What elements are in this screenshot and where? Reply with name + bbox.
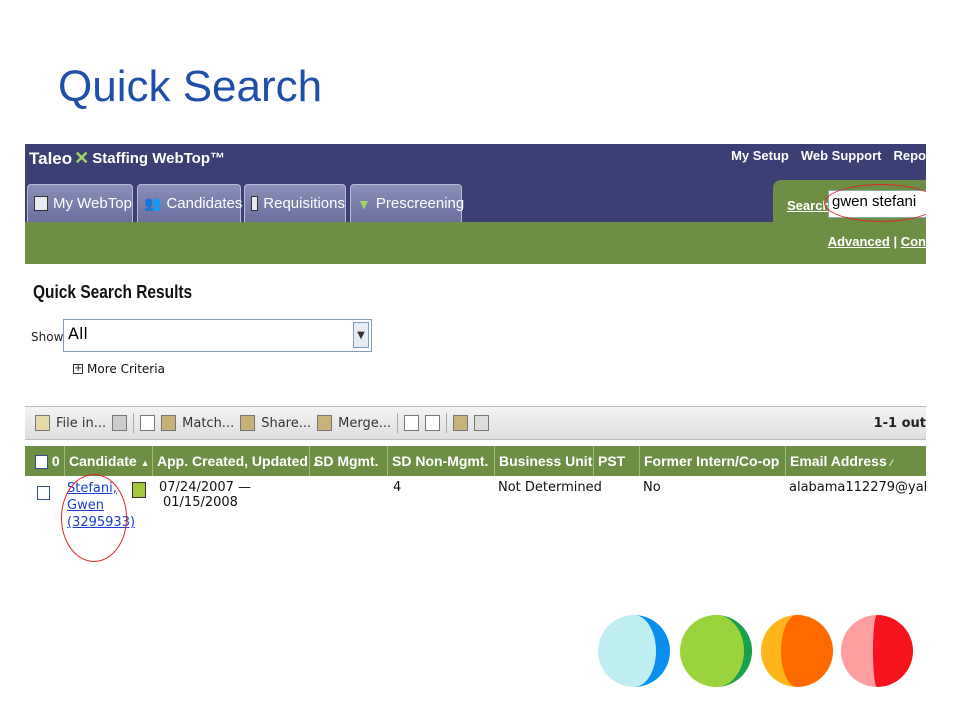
results-toolbar: File in... Match... Share... Merge... 1-…	[25, 406, 926, 440]
toolbar-divider	[446, 413, 448, 433]
product-name: Staffing WebTop™	[92, 150, 225, 167]
share-icon[interactable]	[240, 415, 256, 431]
result-count: 1-1 out	[873, 416, 926, 431]
column-app-created[interactable]: App. Created, Updated ▲	[152, 446, 321, 476]
taleo-x-icon: ✕	[74, 148, 90, 168]
attach-icon[interactable]	[404, 415, 420, 431]
find-person-icon[interactable]	[453, 415, 469, 431]
column-sd-mgmt[interactable]: SD Mgmt.	[309, 446, 387, 476]
results-title: Quick Search Results	[33, 282, 193, 302]
column-email[interactable]: Email Address ⁄	[785, 446, 926, 476]
table-header: 0 Candidate ▲ App. Created, Updated ▲ SD…	[25, 446, 926, 476]
sort-icon[interactable]: ▲	[141, 458, 150, 468]
tab-label: Requisitions	[263, 195, 345, 212]
brand-name: Taleo	[29, 148, 73, 168]
merge-icon[interactable]	[317, 415, 333, 431]
column-label: Email Address	[790, 453, 887, 469]
more-criteria-toggle[interactable]: + More Criteria	[73, 362, 165, 376]
candidate-lastname[interactable]: Stefani,	[67, 480, 135, 497]
taleo-screenshot: Taleo ✕ Staffing WebTop™ My Setup Web Su…	[25, 144, 926, 562]
reports-link[interactable]: Repo	[894, 148, 927, 163]
slide-title: Quick Search	[58, 62, 323, 111]
sort-icon[interactable]: ⁄	[891, 458, 893, 468]
webtop-icon	[34, 196, 48, 211]
edit-icon[interactable]	[425, 415, 441, 431]
column-business-unit[interactable]: Business Unit	[494, 446, 593, 476]
show-select[interactable]: All ▼	[63, 319, 372, 352]
select-all-cell: 0	[31, 446, 60, 476]
file-in-icon[interactable]	[35, 415, 50, 431]
column-label: Candidate	[69, 453, 137, 469]
decorative-circles	[598, 615, 913, 687]
expand-icon[interactable]: +	[73, 364, 83, 374]
match-icon[interactable]	[161, 415, 177, 431]
candidate-profile-icon[interactable]	[132, 482, 146, 498]
search-link[interactable]: Search	[787, 198, 830, 213]
row-checkbox[interactable]	[37, 486, 50, 500]
web-support-link[interactable]: Web Support	[801, 148, 882, 163]
link-separator: |	[893, 234, 898, 249]
circle-crescent	[781, 615, 833, 687]
sub-nav-bar: Advanced | Con	[25, 222, 926, 264]
merge-button[interactable]: Merge...	[338, 416, 391, 431]
top-links: My Setup Web Support Repo	[731, 148, 926, 163]
print-icon[interactable]	[112, 415, 128, 431]
tab-candidates[interactable]: 👥 Candidates	[137, 184, 243, 222]
toolbar-divider	[133, 413, 135, 433]
decor-circle-red	[841, 615, 913, 687]
search-options: Advanced | Con	[828, 234, 926, 249]
column-sd-non-mgmt[interactable]: SD Non-Mgmt.	[387, 446, 494, 476]
requisition-icon	[251, 196, 259, 211]
column-pst[interactable]: PST	[593, 446, 639, 476]
funnel-icon: ▼	[357, 195, 371, 212]
created-date: 07/24/2007 —	[159, 480, 252, 495]
tab-label: Prescreening	[375, 195, 465, 212]
quick-search-area: Search gwen stefani	[773, 180, 926, 222]
con-link[interactable]: Con	[901, 234, 926, 249]
select-all-checkbox[interactable]	[35, 455, 48, 470]
taleo-logo: Taleo ✕ Staffing WebTop™	[29, 148, 225, 169]
column-label: App. Created, Updated	[157, 453, 308, 469]
file-in-button[interactable]: File in...	[56, 416, 106, 431]
circle-crescent	[873, 615, 913, 687]
tab-requisitions[interactable]: Requisitions	[244, 184, 346, 222]
show-value: All	[68, 324, 88, 343]
former-intern-cell: No	[643, 480, 661, 495]
app-dates: 07/24/2007 — 01/15/2008	[159, 480, 251, 510]
show-label: Show	[31, 330, 64, 344]
column-candidate[interactable]: Candidate ▲	[64, 446, 152, 476]
decor-circle-orange	[761, 615, 833, 687]
email-icon[interactable]	[140, 415, 156, 431]
table-row: Stefani, Gwen (3295933) 07/24/2007 — 01/…	[25, 474, 926, 562]
chevron-down-icon[interactable]: ▼	[353, 322, 369, 348]
sd-non-mgmt-cell: 4	[393, 480, 402, 495]
updated-date: 01/15/2008	[163, 495, 238, 510]
email-cell: alabama112279@yahoo	[789, 480, 926, 495]
candidate-link[interactable]: Stefani, Gwen (3295933)	[67, 480, 135, 531]
decor-circle-blue	[598, 615, 670, 687]
selected-count: 0	[51, 453, 60, 469]
my-setup-link[interactable]: My Setup	[731, 148, 789, 163]
app-header: Taleo ✕ Staffing WebTop™ My Setup Web Su…	[25, 144, 926, 180]
business-unit-cell: Not Determined	[498, 480, 602, 495]
candidate-id[interactable]: (3295933)	[67, 514, 135, 531]
toolbar-divider	[397, 413, 399, 433]
tab-prescreening[interactable]: ▼ Prescreening	[350, 184, 465, 222]
column-former-intern[interactable]: Former Intern/Co-op	[639, 446, 785, 476]
tab-label: My WebTop	[53, 195, 132, 212]
tab-label: Candidates	[166, 195, 243, 212]
more-criteria-label: More Criteria	[87, 362, 165, 376]
users-icon: 👥	[144, 195, 162, 211]
decor-circle-green	[680, 615, 752, 687]
delete-icon[interactable]	[474, 415, 490, 431]
match-button[interactable]: Match...	[182, 416, 234, 431]
advanced-search-link[interactable]: Advanced	[828, 234, 890, 249]
tab-my-webtop[interactable]: My WebTop	[27, 184, 133, 222]
share-button[interactable]: Share...	[261, 416, 311, 431]
candidate-firstname[interactable]: Gwen	[67, 497, 135, 514]
search-input[interactable]: gwen stefani	[828, 190, 926, 218]
